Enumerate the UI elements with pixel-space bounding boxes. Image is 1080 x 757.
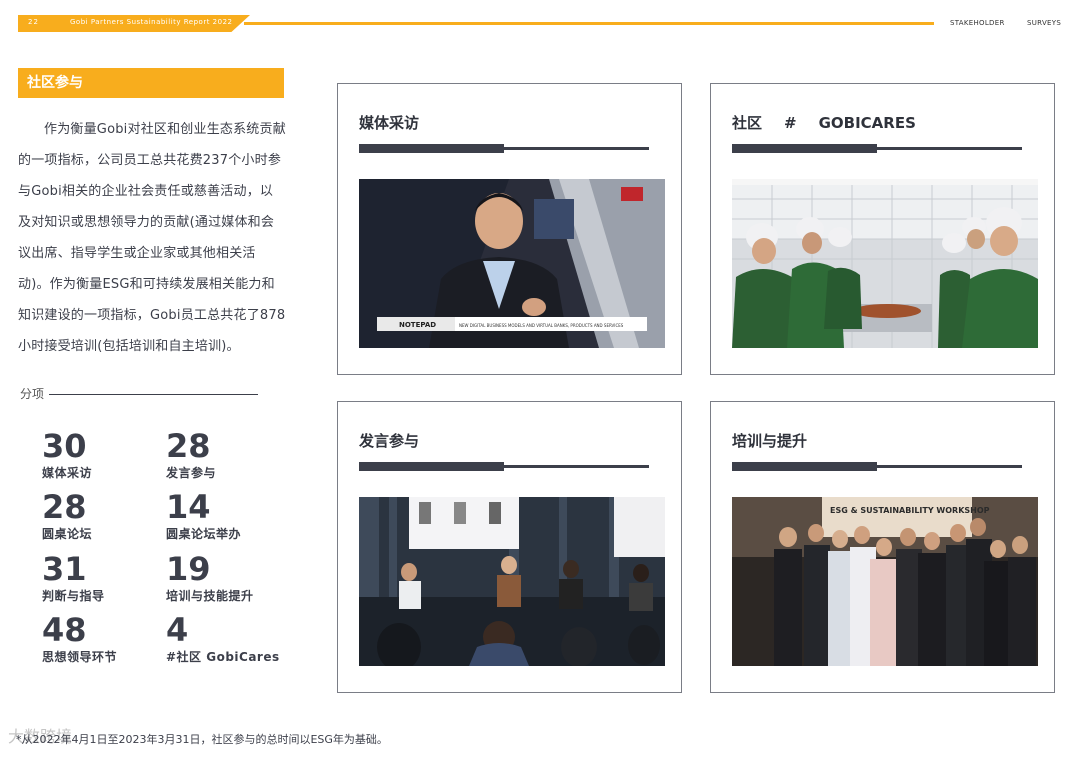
header-rule bbox=[244, 22, 934, 25]
card-media-interviews: 媒体采访 NOTEPAD NEW DIGITAL BUSINESS MODELS… bbox=[337, 83, 682, 375]
card-rule bbox=[504, 147, 649, 150]
card-title: 社区 # GOBICARES bbox=[732, 112, 916, 133]
stat-label: 圆桌论坛 bbox=[42, 527, 93, 541]
nav-surveys-link[interactable]: SURVEYS bbox=[1027, 19, 1061, 27]
stat-speaking: 28 发言参与 bbox=[166, 429, 216, 481]
caption-subtitle: NEW DIGITAL BUSINESS MODELS AND VIRTUAL … bbox=[459, 323, 624, 328]
card-rule bbox=[732, 462, 877, 471]
stat-value: 48 bbox=[42, 611, 87, 649]
stat-roundtables: 28 圆桌论坛 bbox=[42, 490, 92, 542]
stat-value: 19 bbox=[166, 550, 211, 588]
stat-gobicares: 4 #社区 GobiCares bbox=[166, 613, 280, 665]
card-speaking: 发言参与 bbox=[337, 401, 682, 693]
workshop-banner: ESG & SUSTAINABILITY WORKSHOP bbox=[830, 506, 990, 515]
volunteer-kitchen-photo bbox=[732, 179, 1038, 348]
card-rule bbox=[877, 465, 1022, 468]
panel-discussion-photo bbox=[359, 497, 665, 666]
stat-value: 4 bbox=[166, 611, 189, 649]
card-rule bbox=[359, 144, 504, 153]
stat-label: 思想领导环节 bbox=[42, 650, 118, 664]
caption-title: NOTEPAD bbox=[399, 321, 436, 329]
card-training: 培训与提升 ESG & SUSTAINABILITY WORKSHOP bbox=[710, 401, 1055, 693]
stat-value: 28 bbox=[166, 427, 211, 465]
stat-label: 判断与指导 bbox=[42, 589, 105, 603]
stat-label: 发言参与 bbox=[166, 466, 217, 480]
card-gobicares: 社区 # GOBICARES bbox=[710, 83, 1055, 375]
card-rule bbox=[732, 144, 877, 153]
stat-label: 媒体采访 bbox=[42, 466, 93, 480]
intro-paragraph: 作为衡量Gobi对社区和创业生态系统贡献的一项指标，公司员工总共花费237个小时… bbox=[18, 122, 286, 354]
stat-media-interviews: 30 媒体采访 bbox=[42, 429, 92, 481]
card-title: 发言参与 bbox=[359, 432, 420, 450]
section-title: 社区参与 bbox=[18, 68, 284, 98]
stat-value: 14 bbox=[166, 488, 211, 526]
card-rule bbox=[359, 462, 504, 471]
stat-thought-leadership: 48 思想领导环节 bbox=[42, 613, 117, 665]
breakdown-divider bbox=[49, 394, 258, 395]
hashtag-symbol: # bbox=[784, 114, 797, 132]
card-rule bbox=[504, 465, 649, 468]
stat-roundtables-hosted: 14 圆桌论坛举办 bbox=[166, 490, 241, 542]
card-rule bbox=[877, 147, 1022, 150]
card-title-part: GOBICARES bbox=[818, 114, 916, 132]
page-number: 22 bbox=[28, 18, 39, 26]
tv-interview-photo: NOTEPAD NEW DIGITAL BUSINESS MODELS AND … bbox=[359, 179, 665, 348]
stat-label: 培训与技能提升 bbox=[166, 589, 254, 603]
stat-value: 31 bbox=[42, 550, 87, 588]
report-title: Gobi Partners Sustainability Report 2022 bbox=[70, 18, 233, 26]
stat-label: #社区 GobiCares bbox=[166, 650, 280, 664]
card-title: 培训与提升 bbox=[732, 432, 808, 450]
workshop-group-photo: ESG & SUSTAINABILITY WORKSHOP bbox=[732, 497, 1038, 666]
breakdown-label: 分项 bbox=[20, 387, 45, 401]
stat-value: 30 bbox=[42, 427, 87, 465]
stat-label: 圆桌论坛举办 bbox=[166, 527, 242, 541]
footnote: *从2022年4月1日至2023年3月31日，社区参与的总时间以ESG年为基础。 bbox=[16, 733, 388, 746]
stat-judging-mentoring: 31 判断与指导 bbox=[42, 552, 105, 604]
nav-stakeholder-link[interactable]: STAKEHOLDER bbox=[950, 19, 1005, 27]
card-title-part: 社区 bbox=[732, 114, 763, 132]
stat-training: 19 培训与技能提升 bbox=[166, 552, 254, 604]
card-title: 媒体采访 bbox=[359, 114, 420, 132]
stat-value: 28 bbox=[42, 488, 87, 526]
